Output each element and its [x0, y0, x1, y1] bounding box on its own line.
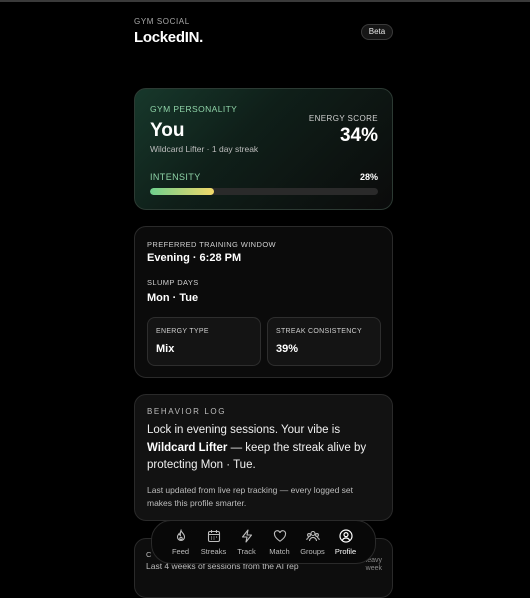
training-window-label: PREFERRED TRAINING WINDOW [147, 240, 277, 249]
behavior-text-2: — keep the streak alive by [227, 441, 367, 454]
intensity-label: INTENSITY [150, 172, 201, 182]
profile-icon [338, 529, 353, 543]
intensity-value: 28% [359, 172, 378, 182]
streak-consistency-value: 39% [276, 343, 299, 355]
streak-consistency-card: STREAK CONSISTENCY 39% [267, 317, 381, 366]
intensity-bar-fill [150, 188, 214, 195]
behavior-log-label: BEHAVIOR LOG [147, 407, 227, 416]
app-logo: LockedIN. [134, 29, 203, 46]
nav-label-profile: Profile [334, 547, 357, 556]
slump-days-label: SLUMP DAYS [147, 278, 199, 287]
calendar-icon [207, 530, 220, 543]
behavior-text-3: protecting Mon · Tue. [147, 459, 256, 471]
nav-item-feed[interactable]: Feed [164, 521, 197, 565]
energy-score-label: ENERGY SCORE [308, 114, 378, 123]
behavior-log-text: Lock in evening sessions. Your vibe is W… [147, 422, 382, 475]
behavior-log-footer: Last updated from live rep tracking — ev… [147, 485, 353, 508]
energy-score-value: 34% [339, 125, 378, 146]
training-window-value: Evening · 6:28 PM [147, 252, 242, 264]
bolt-icon [241, 529, 252, 543]
behavior-text-bold: Wildcard Lifter [147, 441, 228, 454]
energy-type-label: ENERGY TYPE [156, 328, 209, 335]
behavior-text-1: Lock in evening sessions. Your vibe is [147, 424, 341, 436]
training-card: PREFERRED TRAINING WINDOW Evening · 6:28… [134, 226, 393, 378]
nav-item-groups[interactable]: Groups [296, 521, 329, 565]
personality-label: GYM PERSONALITY [150, 104, 238, 114]
behavior-log-card: BEHAVIOR LOG Lock in evening sessions. Y… [134, 394, 393, 521]
intensity-bar [150, 188, 378, 195]
slump-days-value: Mon · Tue [147, 292, 199, 304]
nav-item-streaks[interactable]: Streaks [197, 521, 230, 565]
window-top-edge [0, 0, 530, 2]
flame-icon [176, 529, 185, 542]
personality-card: GYM PERSONALITY You Wildcard Lifter · 1 … [134, 88, 393, 210]
app-kicker: GYM SOCIAL [134, 17, 190, 26]
heart-icon [273, 530, 286, 542]
groups-icon [305, 530, 320, 542]
beta-badge[interactable]: Beta [361, 24, 393, 40]
nav-item-match[interactable]: Match [263, 521, 296, 565]
streak-consistency-label: STREAK CONSISTENCY [276, 328, 362, 335]
energy-type-card: ENERGY TYPE Mix [147, 317, 261, 366]
nav-item-profile[interactable]: Profile [329, 521, 362, 565]
personality-name: You [150, 120, 185, 141]
nav-item-track[interactable]: Track [230, 521, 263, 565]
energy-type-value: Mix [156, 343, 175, 355]
personality-subtitle: Wildcard Lifter · 1 day streak [150, 144, 259, 154]
bottom-nav: Feed Streaks Track Match Groups Profile [151, 520, 376, 564]
